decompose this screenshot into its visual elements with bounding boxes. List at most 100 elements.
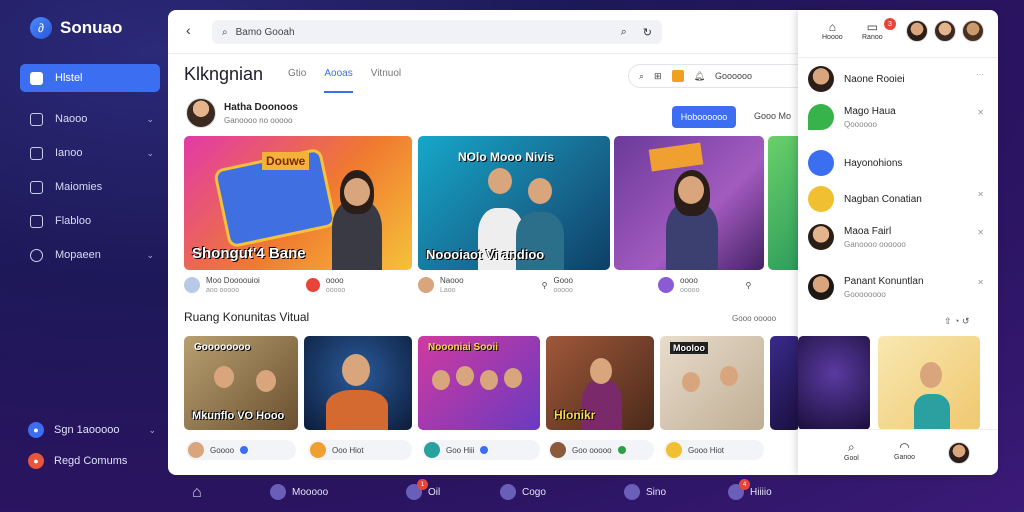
home-icon: ⌂	[828, 20, 836, 34]
more-link[interactable]: Gooo Mo	[754, 111, 791, 121]
search-submit-icon[interactable]: ⌕	[621, 26, 627, 39]
avatar[interactable]	[948, 442, 970, 464]
panel-actions[interactable]: ⇧ ◔ ↺	[944, 316, 970, 327]
community-card-5[interactable]: Mooloo	[660, 336, 764, 430]
dock-item-5[interactable]: Sino	[624, 484, 666, 500]
flag-icon	[30, 214, 43, 228]
community-meta-2[interactable]: Ooo Hiot	[308, 440, 412, 460]
contact-item[interactable]: Mago Haua Qoooooo ✕	[808, 104, 988, 130]
close-icon[interactable]: ✕	[977, 278, 984, 287]
tab-1[interactable]: Gtio	[288, 68, 306, 93]
featured-card-4[interactable]	[768, 136, 800, 270]
right-panel-header: ⌂ Hoooo ▭ Ranoo 3	[798, 10, 998, 58]
avatar	[418, 277, 434, 293]
avatar	[184, 277, 200, 293]
search-input[interactable]	[235, 26, 605, 38]
community-meta-4[interactable]: Goo ooooo	[548, 440, 654, 460]
featured-meta-2[interactable]: Naooo Laoo ⚲ Gooo ooooo	[418, 276, 573, 294]
community-card-1[interactable]: Goooooooo Mkunflo VO Hooo	[184, 336, 298, 430]
brand[interactable]: ∂ Sonuao	[30, 17, 122, 39]
avatar	[808, 150, 834, 176]
contact-item[interactable]: Nagban Conatian ✕	[808, 186, 988, 212]
refresh-icon[interactable]: ↻	[643, 26, 652, 39]
follow-button[interactable]: Hoboooooo	[672, 106, 736, 128]
panel-preview-card-1[interactable]	[798, 336, 870, 430]
sidebar-item-2[interactable]: Naooo ⌄	[20, 105, 160, 133]
meta-title: Gooo Hiot	[688, 445, 725, 455]
close-icon[interactable]: ✕	[977, 228, 984, 237]
sidebar-item-home[interactable]: Hlstel	[20, 64, 160, 92]
avatar	[808, 104, 834, 130]
dock-item-2[interactable]: Mooooo	[270, 484, 328, 500]
community-card-6[interactable]	[770, 336, 800, 430]
creator-info[interactable]: Hatha Doonoos Ganoooo no ooooo	[186, 98, 298, 128]
featured-card-3[interactable]	[614, 136, 764, 270]
dock-badge: 1	[417, 479, 428, 490]
contact-item[interactable]: Panant Konuntlan Goooooooo ✕	[808, 274, 988, 300]
avatar[interactable]	[962, 20, 984, 42]
chevron-down-icon: ⌄	[146, 113, 154, 124]
sidebar-item-5[interactable]: Flabloo	[20, 207, 160, 235]
sidebar-bottom-item-2[interactable]: ● Regd Comums	[28, 451, 160, 471]
community-meta-3[interactable]: Goo Hiii	[422, 440, 540, 460]
search-icon: ⌕	[222, 26, 228, 38]
dock-home[interactable]: ⌂	[192, 484, 202, 502]
more-icon[interactable]: ···	[976, 70, 984, 79]
sidebar-bottom-item-1[interactable]: ● Sgn 1aooooo ⌄	[28, 420, 160, 440]
community-card-3[interactable]: Noooniai Sooii	[418, 336, 540, 430]
featured-meta-3[interactable]: oooo ooooo ⚲	[658, 276, 751, 294]
featured-card-1[interactable]: Douwe Shongut'4 Bane	[184, 136, 412, 270]
home-icon	[30, 71, 43, 85]
icon-label: Ranoo	[862, 34, 883, 41]
sidebar-item-6[interactable]: Mopaeen ⌄	[20, 241, 160, 269]
verified-icon	[240, 446, 249, 454]
dock-item-6[interactable]: 4 Hiiiio	[728, 479, 772, 500]
community-meta-1[interactable]: Goooo	[186, 440, 296, 460]
contact-item[interactable]: Maoa Fairl Ganoooo oooooo ✕	[808, 224, 988, 250]
sidebar-item-label: Flabloo	[55, 215, 92, 227]
card-caption: Mkunflo VO Hooo	[192, 410, 285, 422]
panel-preview-card-2[interactable]	[878, 336, 980, 430]
contact-item[interactable]: Naone Rooiei ···	[808, 66, 988, 92]
brand-logo-icon: ∂	[30, 17, 52, 39]
meta-title: Goooo	[210, 445, 235, 455]
top-bar: ‹ ⌕ ⌕ ↻	[168, 10, 800, 54]
avatar[interactable]	[934, 20, 956, 42]
close-icon[interactable]: ✕	[977, 108, 984, 117]
avatar	[808, 186, 834, 212]
community-card-4[interactable]: Hlonikr	[546, 336, 654, 430]
section-more-link[interactable]: Gooo ooooo	[732, 314, 776, 323]
share-icon: ⚲	[541, 280, 548, 290]
community-card-2[interactable]	[304, 336, 412, 430]
icon-label: Ganoo	[894, 454, 916, 461]
close-icon[interactable]: ✕	[977, 190, 984, 199]
sidebar-item-4[interactable]: Maiomies	[20, 173, 160, 201]
chat-icon: 1	[406, 479, 428, 500]
messages-button[interactable]: ▭ Ranoo	[862, 20, 883, 41]
brand-name: Sonuao	[60, 18, 123, 37]
sidebar-item-3[interactable]: Ianoo ⌄	[20, 139, 160, 167]
meta-title: Ooo Hiot	[332, 445, 364, 455]
contact-name: Naone Rooiei	[844, 73, 905, 85]
notification-button[interactable]: ◠ Ganoo	[894, 440, 915, 461]
list-icon	[30, 180, 43, 194]
home-button[interactable]: ⌂ Hoooo	[822, 20, 843, 41]
avatar[interactable]	[906, 20, 928, 42]
featured-card-2[interactable]: NOlo Mooo Nivis Noooiaot Vi andioo	[418, 136, 610, 270]
dock-label: Hiiiio	[750, 486, 772, 498]
dock-item-4[interactable]: Cogo	[500, 484, 546, 500]
featured-meta-1[interactable]: Moo Doooouioi aoo ooooo oooo ooooo	[184, 276, 345, 294]
avatar	[808, 66, 834, 92]
tab-2[interactable]: Aooas	[324, 68, 353, 93]
online-icon	[617, 446, 626, 454]
creator-sub: Ganoooo no ooooo	[224, 115, 293, 125]
tab-3[interactable]: Vitnuol	[371, 68, 401, 93]
back-arrow-icon[interactable]: ‹	[186, 22, 191, 38]
tab-bar: Gtio Aooas Vitnuol	[288, 68, 401, 93]
contact-item[interactable]: Hayonohions	[808, 150, 988, 176]
filter-pill[interactable]: ⌕ ⊞ 🔔︎ Goooooo	[628, 64, 800, 88]
community-meta-5[interactable]: Gooo Hiot	[664, 440, 764, 460]
search-button[interactable]: ⌕ Gool	[844, 440, 859, 462]
contact-name: Nagban Conatian	[844, 193, 922, 205]
dock-item-3[interactable]: 1 Oil	[406, 479, 440, 500]
